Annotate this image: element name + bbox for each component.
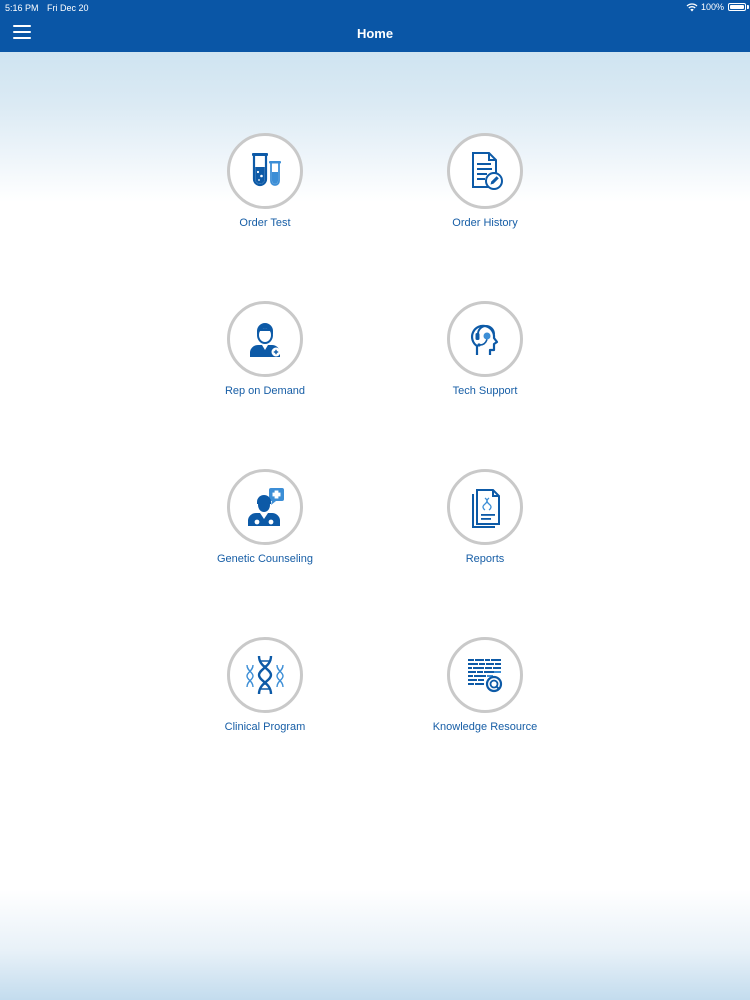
tile-clinical-program[interactable]: Clinical Program: [165, 637, 365, 733]
tile-circle: [227, 133, 303, 209]
tile-label: Clinical Program: [224, 721, 306, 733]
tile-label: Rep on Demand: [224, 385, 306, 397]
tile-circle: [227, 301, 303, 377]
test-tubes-icon: [252, 153, 281, 187]
tile-order-test[interactable]: Order Test: [165, 133, 365, 229]
battery-nub: [747, 5, 749, 9]
status-time: 5:16 PM: [5, 3, 39, 13]
headset-support-icon: [470, 324, 499, 355]
tile-knowledge-resource[interactable]: Knowledge Resource: [385, 637, 585, 733]
tile-label: Order Test: [239, 217, 291, 229]
representative-icon: [250, 323, 281, 357]
tile-circle: [447, 301, 523, 377]
tile-label: Order History: [452, 217, 518, 229]
tile-label: Reports: [465, 553, 505, 565]
battery-icon: [728, 3, 746, 11]
background-gradient-top: [0, 52, 750, 202]
dna-icon: [246, 655, 284, 695]
document-edit-icon: [472, 152, 503, 190]
page-title: Home: [356, 26, 394, 41]
tile-circle: [227, 469, 303, 545]
tile-order-history[interactable]: Order History: [385, 133, 585, 229]
tile-reports[interactable]: Reports: [385, 469, 585, 565]
background-gradient-bottom: [0, 890, 750, 1000]
tile-label: Genetic Counseling: [216, 553, 313, 565]
tile-label: Tech Support: [452, 385, 518, 397]
report-document-icon: [472, 489, 500, 528]
battery-percent: 100%: [700, 2, 724, 12]
doctor-consult-icon: [248, 488, 284, 526]
tile-circle: [447, 133, 523, 209]
status-date: Fri Dec 20: [47, 3, 89, 13]
tile-tech-support[interactable]: Tech Support: [385, 301, 585, 397]
tile-rep-on-demand[interactable]: Rep on Demand: [165, 301, 365, 397]
data-search-icon: [468, 659, 503, 693]
tile-label: Knowledge Resource: [432, 721, 538, 733]
tile-circle: [447, 637, 523, 713]
top-bar: 5:16 PM Fri Dec 20 100% Home: [0, 0, 750, 52]
status-right: 100%: [686, 2, 724, 12]
tile-circle: [227, 637, 303, 713]
tile-genetic-counseling[interactable]: Genetic Counseling: [165, 469, 365, 565]
wifi-icon: [686, 2, 698, 11]
tile-circle: [447, 469, 523, 545]
